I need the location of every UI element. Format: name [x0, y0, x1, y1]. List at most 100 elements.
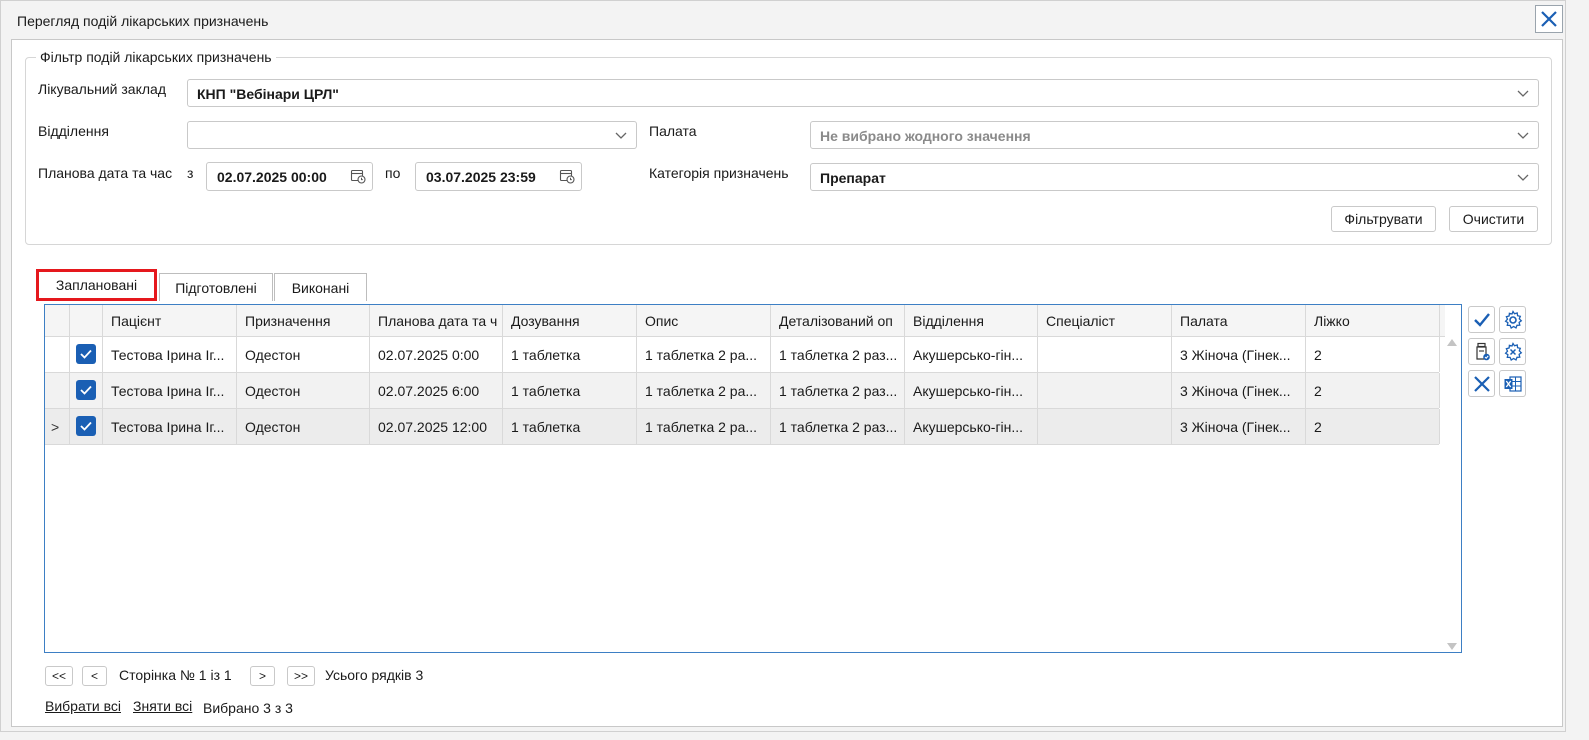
cell-dosage[interactable]: 1 таблетка: [503, 409, 637, 444]
column-header-patient[interactable]: Пацієнт: [103, 305, 237, 336]
cell-detailed[interactable]: 1 таблетка 2 раз...: [771, 409, 905, 444]
last-page-button[interactable]: >>: [287, 666, 315, 686]
first-page-button[interactable]: <<: [45, 666, 73, 686]
cell-text: 1 таблетка 2 ра...: [645, 383, 758, 399]
cell-prescription[interactable]: Одестон: [237, 373, 370, 408]
cell-text: 2: [1314, 347, 1322, 363]
table-row[interactable]: Тестова Ірина Іг... Одестон 02.07.2025 0:0…: [45, 337, 1440, 373]
medication-tool-button[interactable]: [1468, 338, 1495, 365]
facility-value: КНП "Вебінари ЦРЛ": [197, 86, 339, 102]
header-indicator: [45, 305, 70, 336]
row-checkbox[interactable]: [76, 344, 96, 364]
cell-patient[interactable]: Тестова Ірина Іг...: [103, 373, 237, 408]
column-header-description[interactable]: Опис: [637, 305, 771, 336]
calendar-clock-icon: [559, 169, 575, 184]
cell-patient[interactable]: Тестова Ірина Іг...: [103, 337, 237, 372]
tab-completed[interactable]: Виконані: [274, 273, 367, 301]
cell-date[interactable]: 02.07.2025 0:00: [370, 337, 503, 372]
row-indicator: [45, 337, 70, 372]
cell-date[interactable]: 02.07.2025 12:00: [370, 409, 503, 444]
tab-prepared[interactable]: Підготовлені: [159, 273, 273, 301]
column-header-bed[interactable]: Ліжко: [1306, 305, 1440, 336]
row-checkbox[interactable]: [76, 380, 96, 400]
cell-text: Акушерсько-гін...: [913, 347, 1024, 363]
cell-department[interactable]: Акушерсько-гін...: [905, 337, 1038, 372]
cell-prescription[interactable]: Одестон: [237, 337, 370, 372]
select-all-link[interactable]: Вибрати всі: [45, 698, 121, 714]
column-header-specialist[interactable]: Спеціаліст: [1038, 305, 1172, 336]
cell-prescription[interactable]: Одестон: [237, 409, 370, 444]
column-header-dosage[interactable]: Дозування: [503, 305, 637, 336]
checkmark-icon: [80, 349, 92, 359]
deselect-all-link[interactable]: Зняти всі: [133, 698, 192, 714]
close-button[interactable]: [1535, 5, 1563, 33]
prev-page-button[interactable]: <: [82, 666, 107, 686]
date-to-value: 03.07.2025 23:59: [426, 169, 536, 185]
cell-bed[interactable]: 2: [1306, 337, 1440, 372]
filter-button[interactable]: Фільтрувати: [1331, 206, 1436, 232]
cell-department[interactable]: Акушерсько-гін...: [905, 409, 1038, 444]
cell-ward[interactable]: 3 Жіноча (Гінек...: [1172, 373, 1306, 408]
cell-department[interactable]: Акушерсько-гін...: [905, 373, 1038, 408]
table-row[interactable]: Тестова Ірина Іг... Одестон 02.07.2025 6:0…: [45, 373, 1440, 409]
next-page-button[interactable]: >: [250, 666, 275, 686]
scroll-down-arrow-icon[interactable]: [1447, 643, 1457, 650]
cancel-tool-button[interactable]: [1468, 370, 1495, 397]
cell-text: 1 таблетка 2 раз...: [779, 347, 898, 363]
ward-combo[interactable]: Не вибрано жодного значення: [810, 121, 1539, 149]
cell-dosage[interactable]: 1 таблетка: [503, 337, 637, 372]
cell-specialist[interactable]: [1038, 373, 1172, 408]
cell-specialist[interactable]: [1038, 409, 1172, 444]
column-header-prescription[interactable]: Призначення: [237, 305, 370, 336]
close-icon: [1541, 11, 1557, 27]
ward-label: Палата: [649, 123, 697, 139]
cell-ward[interactable]: 3 Жіноча (Гінек...: [1172, 337, 1306, 372]
cell-date[interactable]: 02.07.2025 6:00: [370, 373, 503, 408]
cell-text: 3 Жіноча (Гінек...: [1180, 347, 1291, 363]
confirm-tool-button[interactable]: [1468, 306, 1495, 333]
cell-text: 1 таблетка 2 раз...: [779, 383, 898, 399]
facility-combo[interactable]: КНП "Вебінари ЦРЛ": [187, 79, 1539, 107]
date-from-field[interactable]: 02.07.2025 00:00: [206, 162, 373, 191]
settings-tool-button[interactable]: [1499, 306, 1526, 333]
cell-text: 02.07.2025 6:00: [378, 383, 480, 399]
column-header-label: Опис: [645, 313, 679, 329]
settings-reset-tool-button[interactable]: [1499, 338, 1526, 365]
cell-description[interactable]: 1 таблетка 2 ра...: [637, 409, 771, 444]
table-row[interactable]: > Тестова Ірина Іг... Одестон 02.07.2025 12…: [45, 409, 1440, 445]
row-checkbox[interactable]: [76, 416, 96, 436]
column-header-department[interactable]: Відділення: [905, 305, 1038, 336]
cell-dosage[interactable]: 1 таблетка: [503, 373, 637, 408]
date-to-field[interactable]: 03.07.2025 23:59: [415, 162, 582, 191]
vertical-scrollbar[interactable]: [1443, 337, 1461, 652]
ward-placeholder: Не вибрано жодного значення: [820, 128, 1031, 144]
column-header-date[interactable]: Планова дата та ч: [370, 305, 503, 336]
cell-text: Акушерсько-гін...: [913, 383, 1024, 399]
department-combo[interactable]: [187, 121, 637, 149]
row-checkbox-cell: [70, 337, 103, 372]
cell-bed[interactable]: 2: [1306, 409, 1440, 444]
cell-bed[interactable]: 2: [1306, 373, 1440, 408]
cell-patient[interactable]: Тестова Ірина Іг...: [103, 409, 237, 444]
tab-planned[interactable]: Заплановані: [36, 269, 157, 301]
cell-description[interactable]: 1 таблетка 2 ра...: [637, 337, 771, 372]
content-panel: Фільтр подій лікарських призначень Лікув…: [11, 39, 1563, 727]
category-combo[interactable]: Препарат: [810, 163, 1539, 191]
date-to-label: по: [385, 165, 401, 181]
export-excel-button[interactable]: [1499, 370, 1526, 397]
cell-detailed[interactable]: 1 таблетка 2 раз...: [771, 373, 905, 408]
clear-button[interactable]: Очистити: [1449, 206, 1538, 232]
cell-text: 1 таблетка 2 ра...: [645, 419, 758, 435]
cell-specialist[interactable]: [1038, 337, 1172, 372]
cell-description[interactable]: 1 таблетка 2 ра...: [637, 373, 771, 408]
scroll-up-arrow-icon[interactable]: [1447, 339, 1457, 346]
cell-ward[interactable]: 3 Жіноча (Гінек...: [1172, 409, 1306, 444]
excel-icon: [1504, 375, 1522, 392]
column-header-ward[interactable]: Палата: [1172, 305, 1306, 336]
column-header-detailed[interactable]: Деталізований оп: [771, 305, 905, 336]
cell-detailed[interactable]: 1 таблетка 2 раз...: [771, 337, 905, 372]
column-header-label: Деталізований оп: [779, 313, 893, 329]
cell-text: Акушерсько-гін...: [913, 419, 1024, 435]
column-header-label: Відділення: [913, 313, 984, 329]
department-label: Відділення: [38, 123, 109, 139]
